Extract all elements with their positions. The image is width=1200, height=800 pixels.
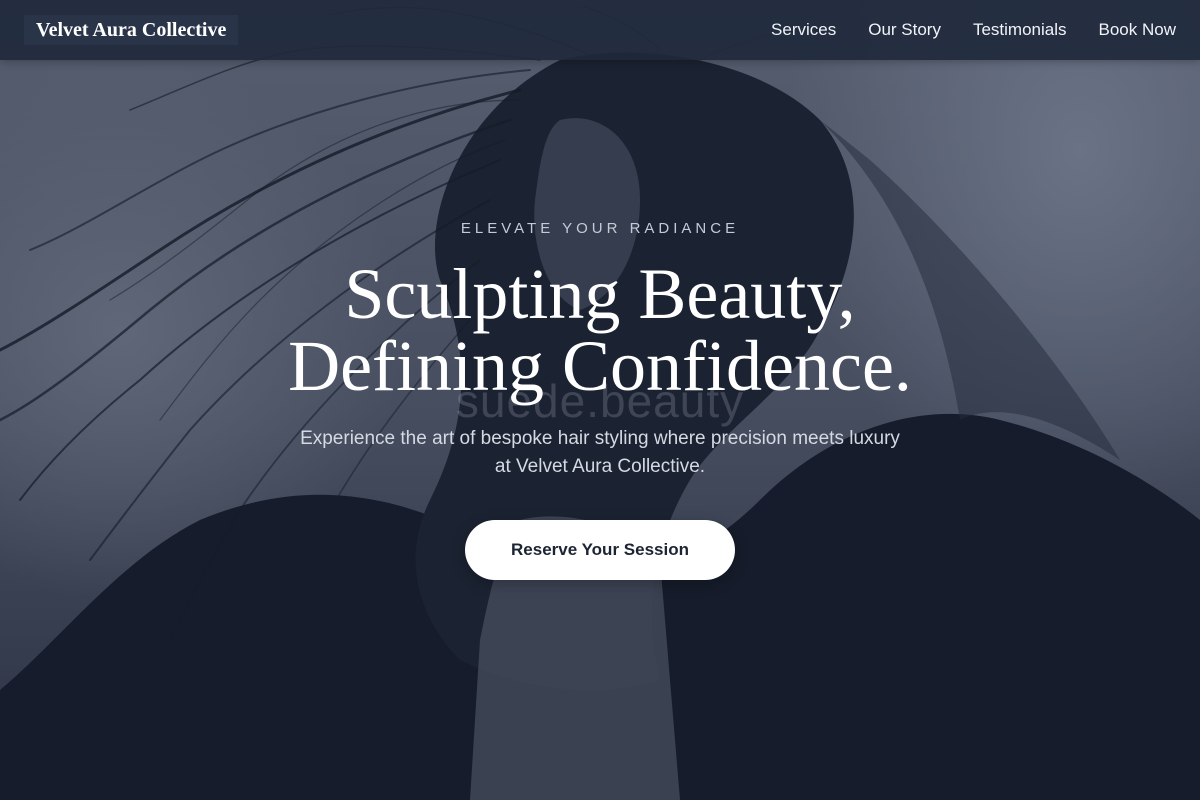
nav-link-book-now[interactable]: Book Now: [1099, 20, 1176, 40]
hero-headline: Sculpting Beauty, Defining Confidence.: [0, 258, 1200, 402]
hero-subtitle: Experience the art of bespoke hair styli…: [300, 428, 900, 477]
hero-eyebrow: ELEVATE YOUR RADIANCE: [460, 220, 740, 237]
primary-nav: Services Our Story Testimonials Book Now: [771, 0, 1176, 60]
nav-link-our-story[interactable]: Our Story: [868, 20, 941, 40]
nav-link-testimonials[interactable]: Testimonials: [973, 20, 1067, 40]
nav-link-services[interactable]: Services: [771, 20, 836, 40]
hero-headline-line-1: Sculpting Beauty,: [344, 254, 856, 334]
hero-headline-line-2: Defining Confidence.: [288, 326, 912, 406]
top-navbar: Velvet Aura Collective Services Our Stor…: [0, 0, 1200, 60]
reserve-session-button[interactable]: Reserve Your Session: [465, 520, 735, 580]
brand-logo[interactable]: Velvet Aura Collective: [24, 15, 239, 45]
